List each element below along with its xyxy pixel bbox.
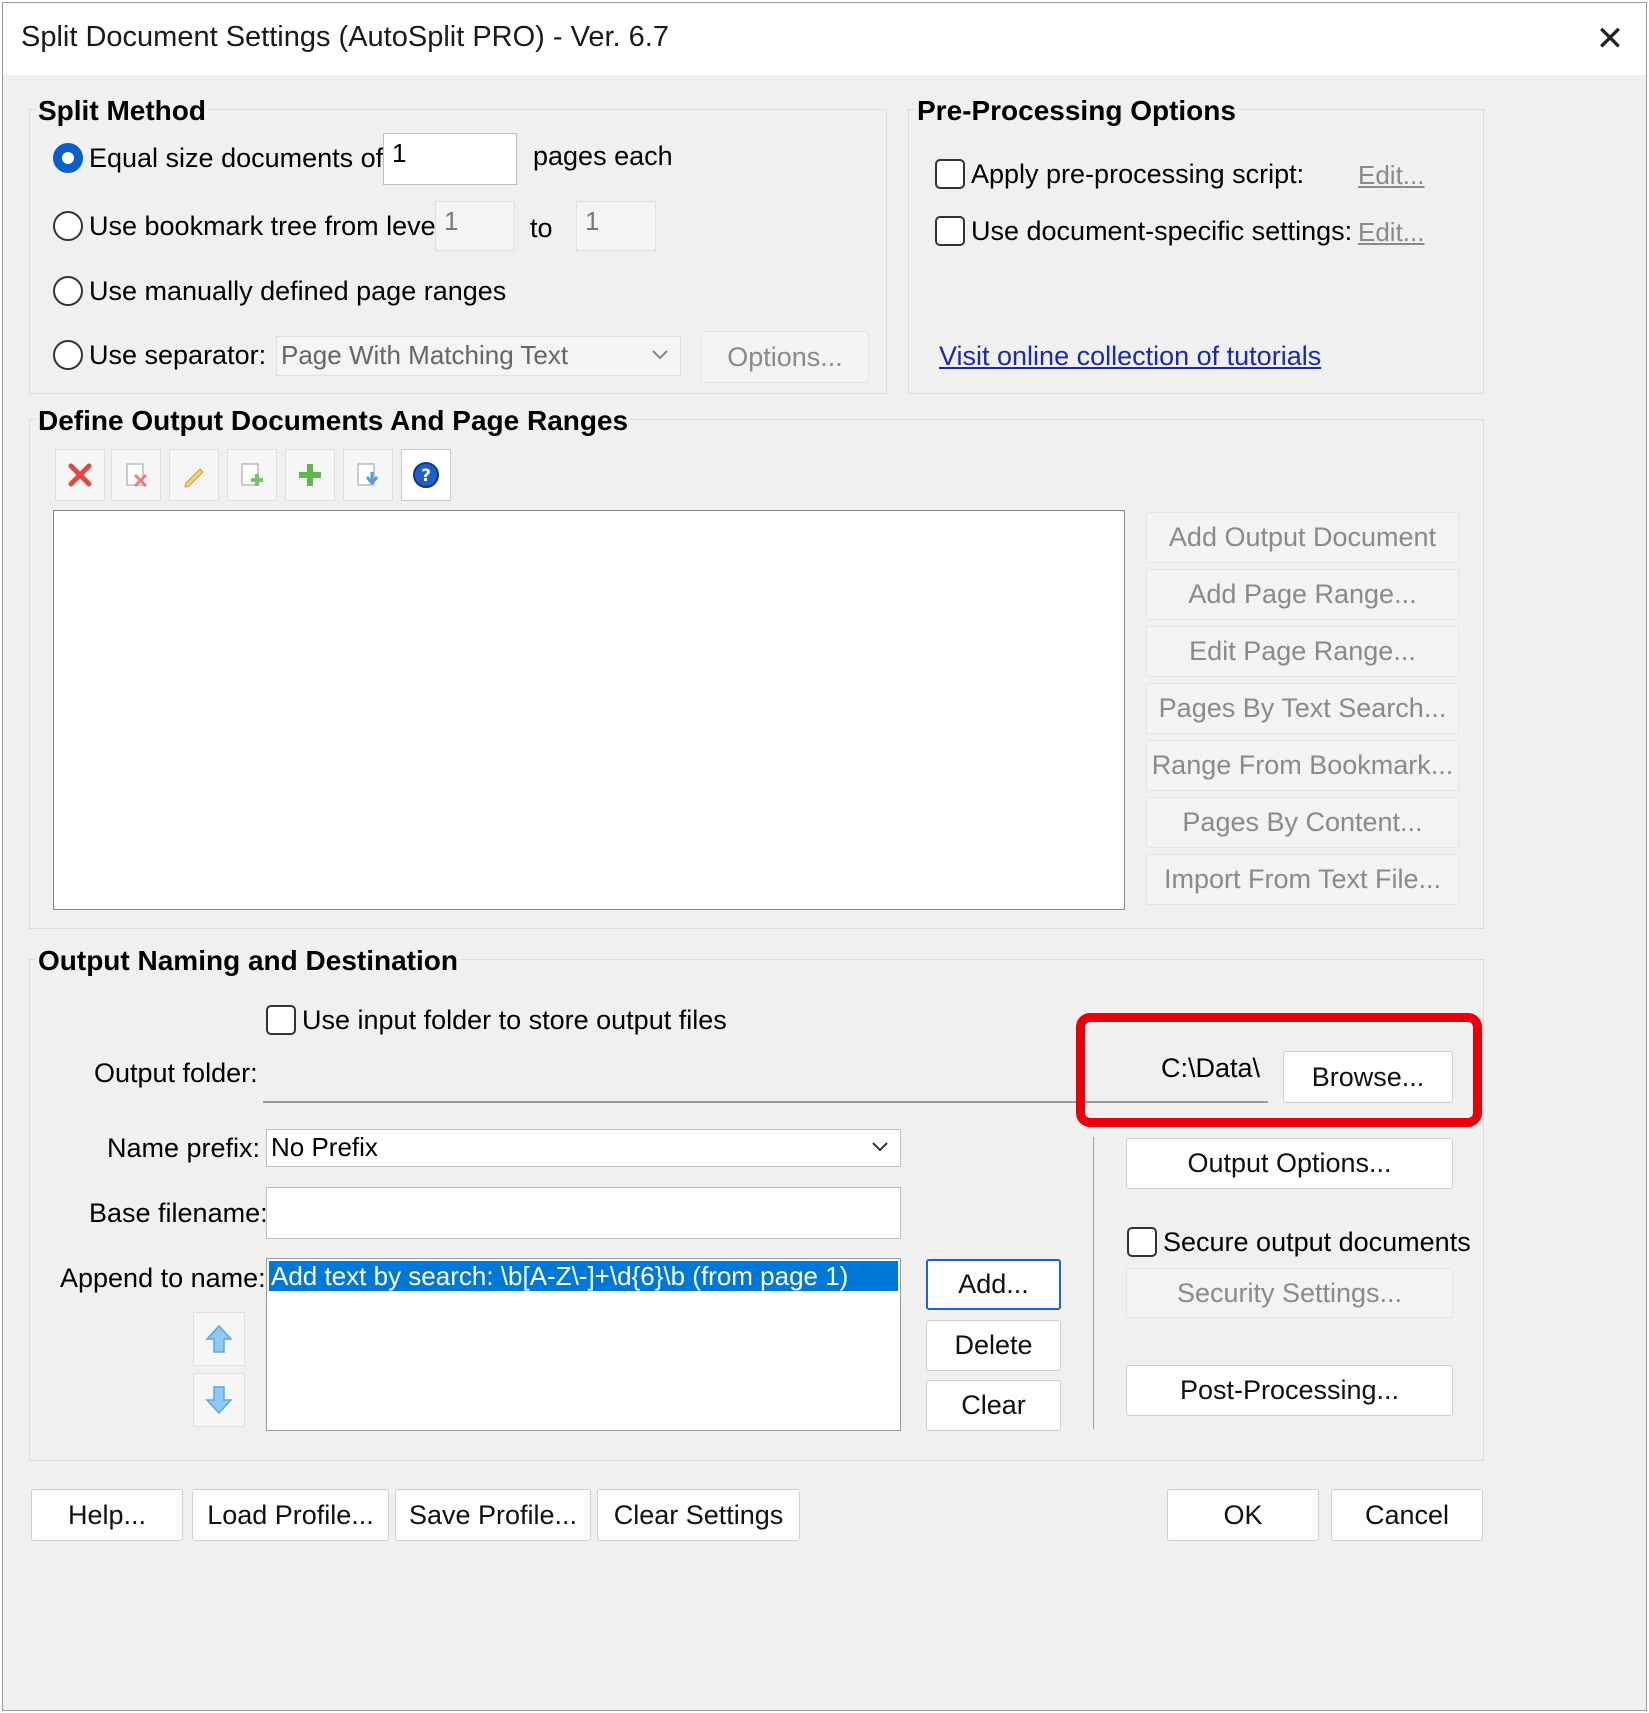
separator-select[interactable]: Page With Matching Text	[276, 336, 681, 376]
arrow-up-icon	[205, 1324, 233, 1353]
security-settings-button[interactable]: Security Settings...	[1126, 1268, 1453, 1318]
split-method-title: Split Method	[36, 95, 208, 127]
bookmark-from-input[interactable]: 1	[435, 201, 515, 251]
import-from-text-file-button[interactable]: Import From Text File...	[1146, 854, 1459, 905]
pages-by-text-search-button[interactable]: Pages By Text Search...	[1146, 683, 1459, 734]
close-button[interactable]: ✕	[1574, 3, 1646, 75]
separator-select-value: Page With Matching Text	[281, 340, 569, 370]
add-plus-icon[interactable]	[285, 449, 335, 501]
secure-output-label: Secure output documents	[1163, 1227, 1471, 1257]
use-input-folder-label: Use input folder to store output files	[302, 1005, 727, 1035]
define-output-title: Define Output Documents And Page Ranges	[36, 405, 631, 437]
edit-page-range-button[interactable]: Edit Page Range...	[1146, 626, 1459, 677]
delete-icon[interactable]	[55, 449, 105, 501]
preprocessing-title: Pre-Processing Options	[915, 95, 1238, 127]
bookmark-to-input[interactable]: 1	[576, 201, 656, 251]
pages-per-doc-input[interactable]: 1	[383, 133, 517, 185]
vertical-divider	[1093, 1137, 1094, 1429]
load-profile-button[interactable]: Load Profile...	[192, 1489, 389, 1541]
bookmark-tree-label: Use bookmark tree from level	[89, 211, 442, 241]
save-profile-button[interactable]: Save Profile...	[395, 1489, 591, 1541]
append-list-item[interactable]: Add text by search: \b[A-Z\-]+\d{6}\b (f…	[269, 1261, 898, 1291]
clear-append-button[interactable]: Clear	[926, 1380, 1061, 1431]
name-prefix-value: No Prefix	[271, 1132, 378, 1162]
add-page-range-button[interactable]: Add Page Range...	[1146, 569, 1459, 620]
move-up-button[interactable]	[193, 1312, 245, 1366]
base-filename-label: Base filename:	[89, 1198, 268, 1228]
close-icon: ✕	[1595, 20, 1625, 58]
post-processing-button[interactable]: Post-Processing...	[1126, 1365, 1453, 1416]
manual-ranges-label: Use manually defined page ranges	[89, 276, 507, 306]
help-button[interactable]: Help...	[31, 1489, 183, 1541]
separator-radio[interactable]	[53, 340, 83, 370]
preprocessing-script-checkbox[interactable]	[935, 159, 965, 189]
svg-text:?: ?	[421, 466, 431, 486]
clear-settings-button[interactable]: Clear Settings	[597, 1489, 800, 1541]
tutorials-link[interactable]: Visit online collection of tutorials	[939, 341, 1321, 372]
name-prefix-select[interactable]: No Prefix	[266, 1129, 901, 1167]
preprocessing-script-label: Apply pre-processing script:	[971, 159, 1305, 189]
import-icon[interactable]	[343, 449, 393, 501]
bookmark-tree-radio[interactable]	[53, 211, 83, 241]
edit-pencil-icon[interactable]	[169, 449, 219, 501]
highlight-box	[1076, 1013, 1482, 1127]
cancel-button[interactable]: Cancel	[1331, 1489, 1483, 1541]
output-documents-list[interactable]	[53, 510, 1125, 910]
pages-each-label: pages each	[533, 141, 673, 171]
delete-append-button[interactable]: Delete	[926, 1320, 1061, 1371]
pages-by-content-button[interactable]: Pages By Content...	[1146, 797, 1459, 848]
to-label: to	[530, 213, 553, 243]
chevron-down-icon	[652, 350, 668, 360]
separator-label: Use separator:	[89, 340, 267, 370]
use-input-folder-checkbox[interactable]	[266, 1005, 296, 1035]
output-folder-label: Output folder:	[94, 1058, 258, 1088]
equal-size-label: Equal size documents of	[89, 143, 384, 173]
secure-output-checkbox[interactable]	[1127, 1227, 1157, 1257]
dialog-window: Split Document Settings (AutoSplit PRO) …	[2, 2, 1647, 1711]
chevron-down-icon	[872, 1142, 888, 1152]
ok-button[interactable]: OK	[1167, 1489, 1319, 1541]
manual-ranges-radio[interactable]	[53, 276, 83, 306]
add-document-icon[interactable]	[227, 449, 277, 501]
doc-specific-checkbox[interactable]	[935, 216, 965, 246]
help-icon[interactable]: ?	[401, 449, 451, 501]
preprocessing-script-edit-link[interactable]: Edit...	[1358, 160, 1424, 191]
arrow-down-icon	[205, 1386, 233, 1415]
title-bar: Split Document Settings (AutoSplit PRO) …	[3, 3, 1646, 75]
doc-specific-edit-link[interactable]: Edit...	[1358, 217, 1424, 248]
delete-document-icon[interactable]	[111, 449, 161, 501]
append-to-name-label: Append to name:	[60, 1263, 266, 1293]
add-append-button[interactable]: Add...	[926, 1259, 1061, 1310]
separator-options-button[interactable]: Options...	[701, 331, 869, 383]
equal-size-radio[interactable]	[53, 143, 83, 173]
add-output-document-button[interactable]: Add Output Document	[1146, 512, 1459, 563]
doc-specific-label: Use document-specific settings:	[971, 216, 1353, 246]
range-from-bookmark-button[interactable]: Range From Bookmark...	[1146, 740, 1459, 791]
append-list[interactable]: Add text by search: \b[A-Z\-]+\d{6}\b (f…	[266, 1258, 901, 1431]
output-naming-title: Output Naming and Destination	[36, 945, 460, 977]
window-title: Split Document Settings (AutoSplit PRO) …	[21, 21, 669, 53]
base-filename-input[interactable]	[266, 1187, 901, 1239]
output-options-button[interactable]: Output Options...	[1126, 1138, 1453, 1189]
move-down-button[interactable]	[193, 1373, 245, 1427]
name-prefix-label: Name prefix:	[107, 1133, 261, 1163]
